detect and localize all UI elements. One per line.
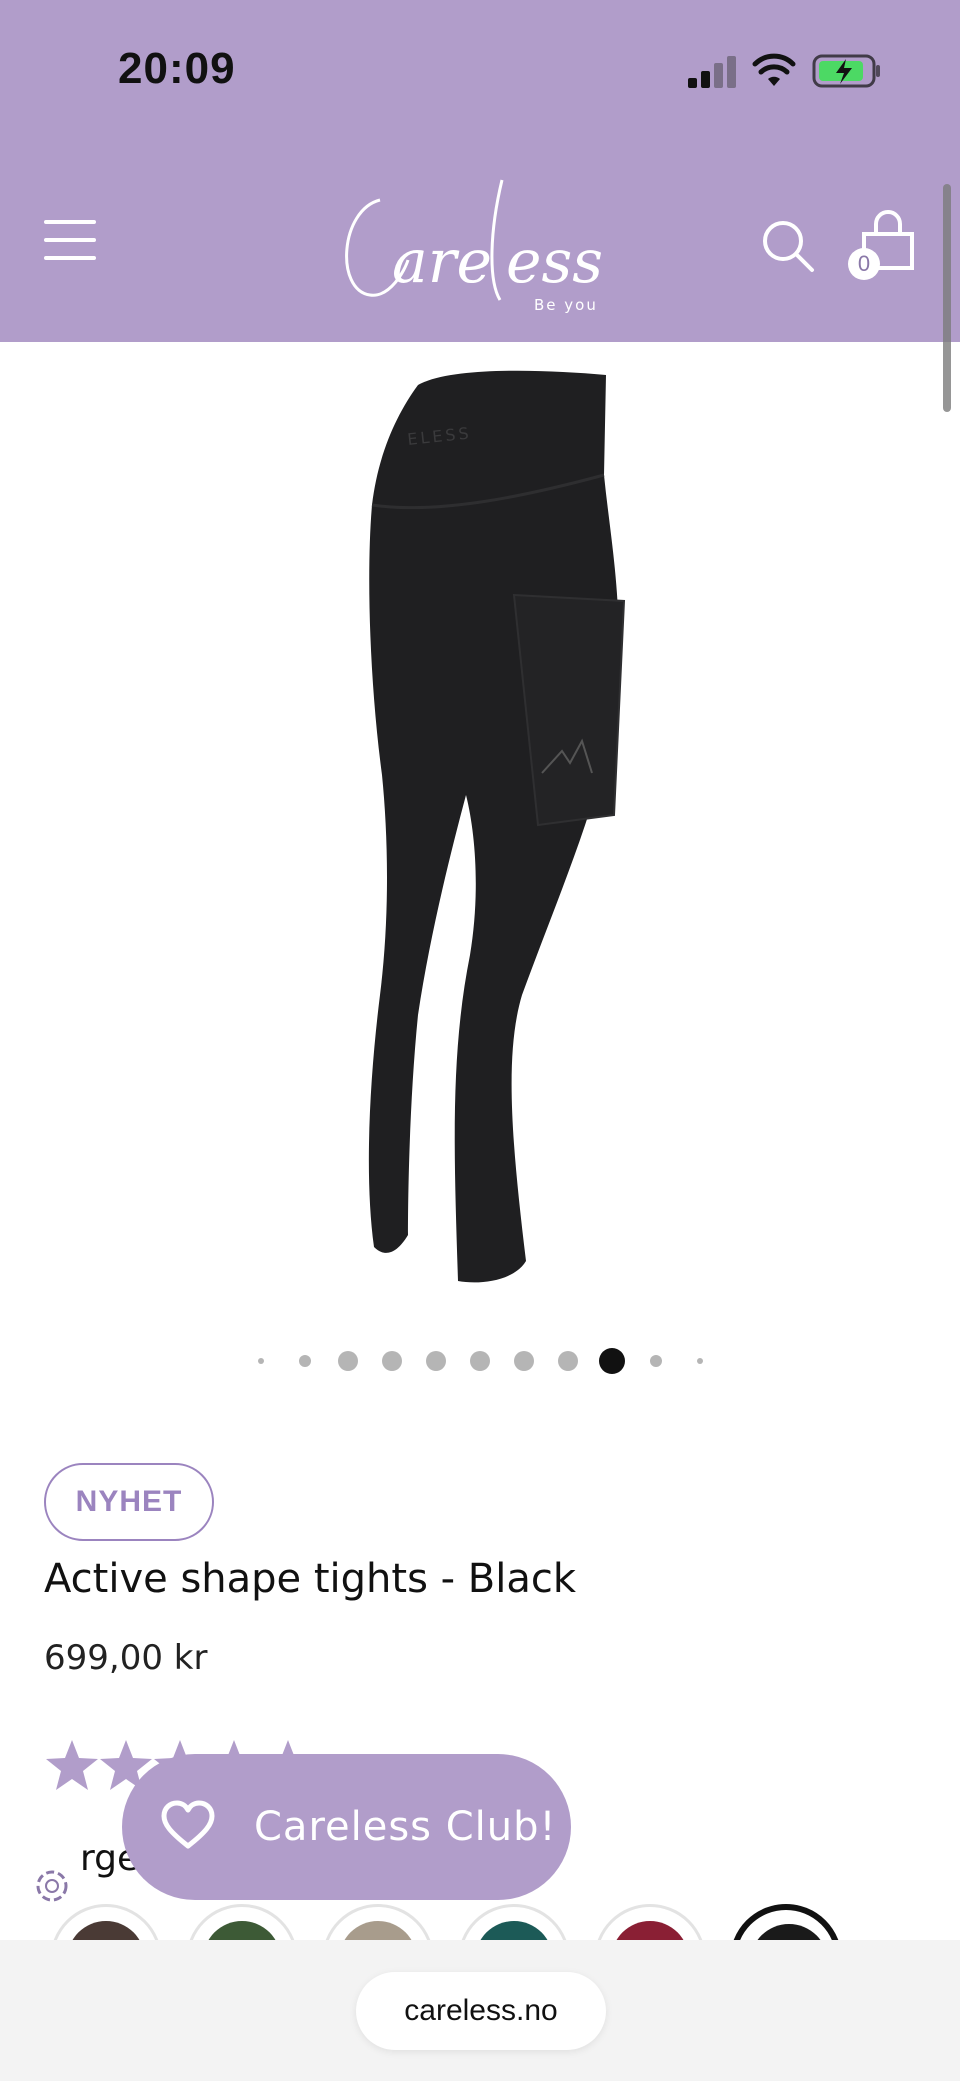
scrollbar[interactable] <box>943 184 951 412</box>
swatch-fill <box>475 1921 553 1940</box>
club-button-label: Careless Club! <box>254 1804 557 1850</box>
hamburger-menu-icon[interactable] <box>44 220 96 268</box>
swatch-fill <box>611 1921 689 1940</box>
carousel-dot[interactable] <box>514 1351 534 1371</box>
careless-club-button[interactable]: Careless Club! <box>122 1754 571 1900</box>
status-time: 20:09 <box>118 44 236 93</box>
battery-icon <box>812 54 880 88</box>
site-header: are ess Be you 0 <box>0 150 960 342</box>
star-icon <box>46 1740 98 1790</box>
swatch-beige[interactable] <box>322 1904 434 1940</box>
svg-text:Be you: Be you <box>534 296 598 314</box>
swatch-fill <box>339 1921 417 1940</box>
product-image[interactable]: ELESS <box>300 355 680 1295</box>
carousel-dot-active[interactable] <box>599 1348 625 1374</box>
careless-logo[interactable]: are ess Be you <box>330 170 630 320</box>
swatch-fill <box>203 1921 281 1940</box>
carousel-dot[interactable] <box>258 1358 264 1364</box>
product-title: Active shape tights - Black <box>44 1556 577 1602</box>
swatch-fill <box>67 1921 145 1940</box>
accessibility-widget-icon[interactable] <box>34 1868 70 1904</box>
cell-signal-icon <box>688 56 736 88</box>
search-icon[interactable] <box>760 218 816 274</box>
carousel-dot[interactable] <box>382 1351 402 1371</box>
swatch-brown[interactable] <box>50 1904 162 1940</box>
carousel-dot[interactable] <box>470 1351 490 1371</box>
color-swatches <box>0 1904 960 1940</box>
carousel-dot[interactable] <box>299 1355 311 1367</box>
status-bar: 20:09 <box>0 0 960 150</box>
svg-text:are: are <box>392 227 492 297</box>
swatch-fill <box>750 1924 828 1940</box>
swatch-burgundy[interactable] <box>594 1904 706 1940</box>
swatch-black-selected[interactable] <box>730 1904 842 1940</box>
swatch-teal[interactable] <box>458 1904 570 1940</box>
heart-icon <box>161 1800 215 1849</box>
carousel-dot[interactable] <box>650 1355 662 1367</box>
carousel-dot[interactable] <box>338 1351 358 1371</box>
url-bar[interactable]: careless.no <box>356 1972 606 2050</box>
image-carousel-dots <box>0 1346 960 1376</box>
browser-bottom-bar: careless.no <box>0 1940 960 2081</box>
carousel-dot[interactable] <box>426 1351 446 1371</box>
cart-count-badge: 0 <box>848 248 880 280</box>
carousel-dot[interactable] <box>558 1351 578 1371</box>
swatch-green[interactable] <box>186 1904 298 1940</box>
cart-button[interactable]: 0 <box>848 210 920 282</box>
svg-text:ess: ess <box>506 227 603 297</box>
carousel-dot[interactable] <box>697 1358 703 1364</box>
new-badge: NYHET <box>44 1463 214 1541</box>
product-price: 699,00 kr <box>44 1638 208 1678</box>
wifi-icon <box>752 53 796 86</box>
